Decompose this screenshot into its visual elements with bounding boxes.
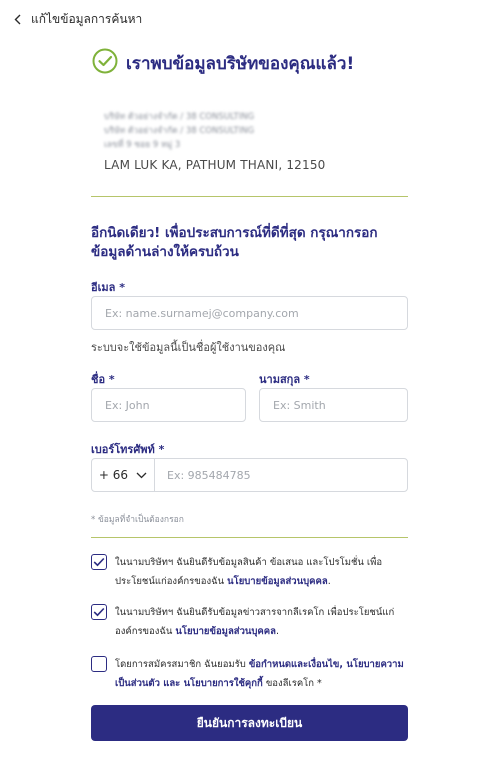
lastname-label: นามสกุล * [259, 373, 310, 386]
form-subtitle: อีกนิดเดียว! เพื่อประสบการณ์ที่ดีที่สุด … [91, 225, 378, 260]
company-name: บริษัท ตัวอย่างจำกัด / 38 CONSULTING [104, 112, 255, 122]
email-label: อีเมล * [91, 281, 125, 294]
chevron-down-icon [136, 472, 147, 479]
consent-suffix: . [327, 576, 331, 587]
firstname-input[interactable] [91, 388, 246, 422]
terms-checkbox[interactable] [91, 656, 107, 672]
check-icon [93, 557, 105, 567]
success-title: เราพบข้อมูลบริษัทของคุณแล้ว! [126, 53, 355, 74]
check-circle-icon [92, 48, 118, 78]
consent-suffix: . [275, 626, 279, 637]
country-code-value: + 66 [98, 468, 129, 482]
success-banner: เราพบข้อมูลบริษัทของคุณแล้ว! [92, 48, 354, 78]
privacy-policy-link[interactable]: นโยบายข้อมูลส่วนบุคคล [227, 576, 328, 587]
email-hint: ระบบจะใช้ข้อมูลนี้เป็นชื่อผู้ใช้งานของคุ… [91, 341, 286, 354]
consent-suffix: ของลีเรคโก * [262, 678, 322, 689]
required-note: * ข้อมูลที่จำเป็นต้องกรอก [91, 515, 184, 525]
phone-field: + 66 [91, 458, 408, 492]
email-input[interactable] [91, 296, 408, 330]
country-code-select[interactable]: + 66 [92, 459, 155, 491]
consent-marketing-text: ในนามบริษัทฯ ฉันยินดีรับข้อมูลสินค้า ข้อ… [115, 553, 411, 591]
news-checkbox[interactable] [91, 604, 107, 620]
submit-button[interactable]: ยืนยันการลงทะเบียน [91, 705, 408, 741]
phone-label: เบอร์โทรศัพท์ * [91, 443, 165, 456]
company-name-alt: บริษัท ตัวอย่างจำกัด / 38 CONSULTING [104, 126, 255, 136]
divider [91, 196, 408, 197]
back-link-label: แก้ไขข้อมูลการค้นหา [31, 11, 143, 26]
consent-news: ในนามบริษัทฯ ฉันยินดีรับข้อมูลข่าวสารจาก… [91, 603, 411, 641]
back-link[interactable]: แก้ไขข้อมูลการค้นหา [14, 10, 142, 28]
consent-news-text: ในนามบริษัทฯ ฉันยินดีรับข้อมูลข่าวสารจาก… [115, 603, 411, 641]
check-icon [93, 607, 105, 617]
lastname-input[interactable] [259, 388, 408, 422]
privacy-policy-link[interactable]: นโยบายข้อมูลส่วนบุคคล [175, 626, 276, 637]
consent-terms-body: โดยการสมัครสมาชิก ฉันยอมรับ [115, 659, 249, 670]
company-info: บริษัท ตัวอย่างจำกัด / 38 CONSULTING บริ… [104, 110, 404, 172]
company-address: LAM LUK KA, PATHUM THANI, 12150 [104, 158, 326, 172]
phone-input[interactable] [155, 459, 407, 491]
marketing-checkbox[interactable] [91, 554, 107, 570]
company-street: เลขที่ 9 ซอย 9 หมู่ 3 [104, 140, 181, 150]
divider [91, 537, 408, 538]
firstname-label: ชื่อ * [91, 373, 115, 386]
consent-terms: โดยการสมัครสมาชิก ฉันยอมรับ ข้อกำหนดและเ… [91, 655, 411, 693]
consent-terms-text: โดยการสมัครสมาชิก ฉันยอมรับ ข้อกำหนดและเ… [115, 655, 411, 693]
chevron-left-icon [14, 14, 21, 25]
consent-marketing: ในนามบริษัทฯ ฉันยินดีรับข้อมูลสินค้า ข้อ… [91, 553, 411, 591]
